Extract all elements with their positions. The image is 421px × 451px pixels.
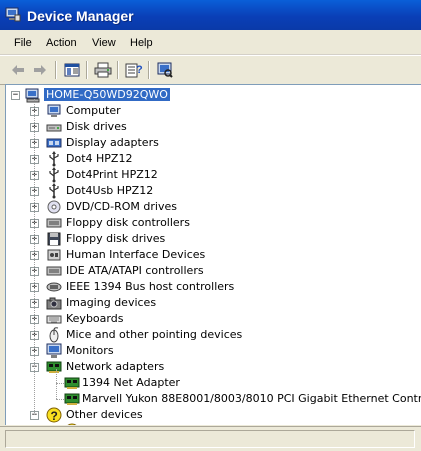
forward-button[interactable] xyxy=(30,60,50,80)
tree-node-category[interactable]: Dot4Usb HPZ12 xyxy=(66,184,153,197)
tree-node-category[interactable]: Monitors xyxy=(66,344,114,357)
controller-icon xyxy=(46,266,62,276)
tree-root-node[interactable]: HOME-Q50WD92QWO xyxy=(44,88,170,101)
svg-text:?: ? xyxy=(51,409,58,423)
tree-node-device[interactable]: Marvell Yukon 88E8001/8003/8010 PCI Giga… xyxy=(82,392,421,405)
tree-node-category[interactable]: Network adapters xyxy=(66,360,164,373)
question-icon: ? xyxy=(67,423,77,425)
tree-node-category[interactable]: Imaging devices xyxy=(66,296,156,309)
status-bar xyxy=(0,426,421,451)
cd-drive-icon xyxy=(47,200,61,214)
toolbar: ? xyxy=(0,55,421,85)
status-field xyxy=(5,430,415,448)
tree-node-category[interactable]: DVD/CD-ROM drives xyxy=(66,200,177,213)
svg-text:?: ? xyxy=(136,64,143,76)
tree-node-category[interactable]: Computer xyxy=(66,104,121,117)
root-collapse-toggle[interactable]: − xyxy=(11,91,20,100)
scan-hardware-button[interactable] xyxy=(155,60,175,80)
tree-connector-line xyxy=(56,399,64,400)
print-icon xyxy=(94,62,112,78)
hid-icon xyxy=(47,249,61,261)
menu-action[interactable]: Action xyxy=(46,37,77,49)
device-tree[interactable]: − HOME-Q50WD92QWO + Computer + Disk drives + Di… xyxy=(5,84,421,425)
tree-node-category[interactable]: IEEE 1394 Bus host controllers xyxy=(66,280,234,293)
tree-node-category[interactable]: Dot4 HPZ12 xyxy=(66,152,132,165)
camera-icon xyxy=(46,297,62,310)
keyboard-icon xyxy=(46,315,62,324)
toolbar-separator xyxy=(117,61,119,79)
disk-drive-icon xyxy=(46,124,62,132)
monitor-icon xyxy=(46,343,62,358)
usb-icon xyxy=(49,183,59,199)
tree-node-category[interactable]: Mice and other pointing devices xyxy=(66,328,242,341)
tree-node-category[interactable]: Display adapters xyxy=(66,136,159,149)
ieee1394-icon xyxy=(46,282,62,292)
tree-connector-line xyxy=(56,383,64,384)
tree-connector-line xyxy=(34,99,35,415)
tree-node-category[interactable]: Floppy disk controllers xyxy=(66,216,190,229)
usb-icon xyxy=(49,151,59,167)
tree-node-category[interactable]: Floppy disk drives xyxy=(66,232,165,245)
window-title: Device Manager xyxy=(27,8,134,24)
back-button[interactable] xyxy=(8,60,28,80)
tree-node-category[interactable]: Disk drives xyxy=(66,120,127,133)
show-hide-tree-button[interactable] xyxy=(62,60,82,80)
display-adapter-icon xyxy=(46,138,62,148)
network-card-icon xyxy=(64,377,80,389)
menu-file[interactable]: File xyxy=(14,37,32,49)
scan-hardware-icon xyxy=(157,62,173,78)
show-hide-tree-icon xyxy=(64,63,80,77)
floppy-drive-icon xyxy=(47,232,61,246)
tree-node-device[interactable]: 1394 Net Adapter xyxy=(82,376,180,389)
tree-connector-line xyxy=(56,369,57,399)
network-card-icon xyxy=(46,361,62,373)
toolbar-separator xyxy=(148,61,150,79)
usb-icon xyxy=(49,167,59,183)
menu-view[interactable]: View xyxy=(92,37,116,49)
toolbar-separator xyxy=(86,61,88,79)
mouse-icon xyxy=(49,327,59,343)
tree-node-category[interactable]: IDE ATA/ATAPI controllers xyxy=(66,264,204,277)
computer-icon xyxy=(47,104,61,117)
toolbar-separator xyxy=(55,61,57,79)
tree-node-category[interactable]: Human Interface Devices xyxy=(66,248,205,261)
question-icon: ? xyxy=(46,407,62,423)
title-bar[interactable]: Device Manager xyxy=(0,0,421,30)
properties-help-button[interactable]: ? xyxy=(124,60,144,80)
forward-icon xyxy=(34,65,46,75)
properties-help-icon: ? xyxy=(125,63,143,78)
network-card-icon xyxy=(64,393,80,405)
back-icon xyxy=(12,65,24,75)
tree-node-category[interactable]: Other devices xyxy=(66,408,143,421)
print-button[interactable] xyxy=(93,60,113,80)
controller-icon xyxy=(46,218,62,228)
tree-node-category[interactable]: Dot4Print HPZ12 xyxy=(66,168,158,181)
tree-node-category[interactable]: Keyboards xyxy=(66,312,123,325)
root-computer-icon xyxy=(25,88,40,103)
device-manager-icon xyxy=(5,7,21,22)
menu-bar: File Action View Help xyxy=(0,32,421,55)
menu-help[interactable]: Help xyxy=(130,37,153,49)
